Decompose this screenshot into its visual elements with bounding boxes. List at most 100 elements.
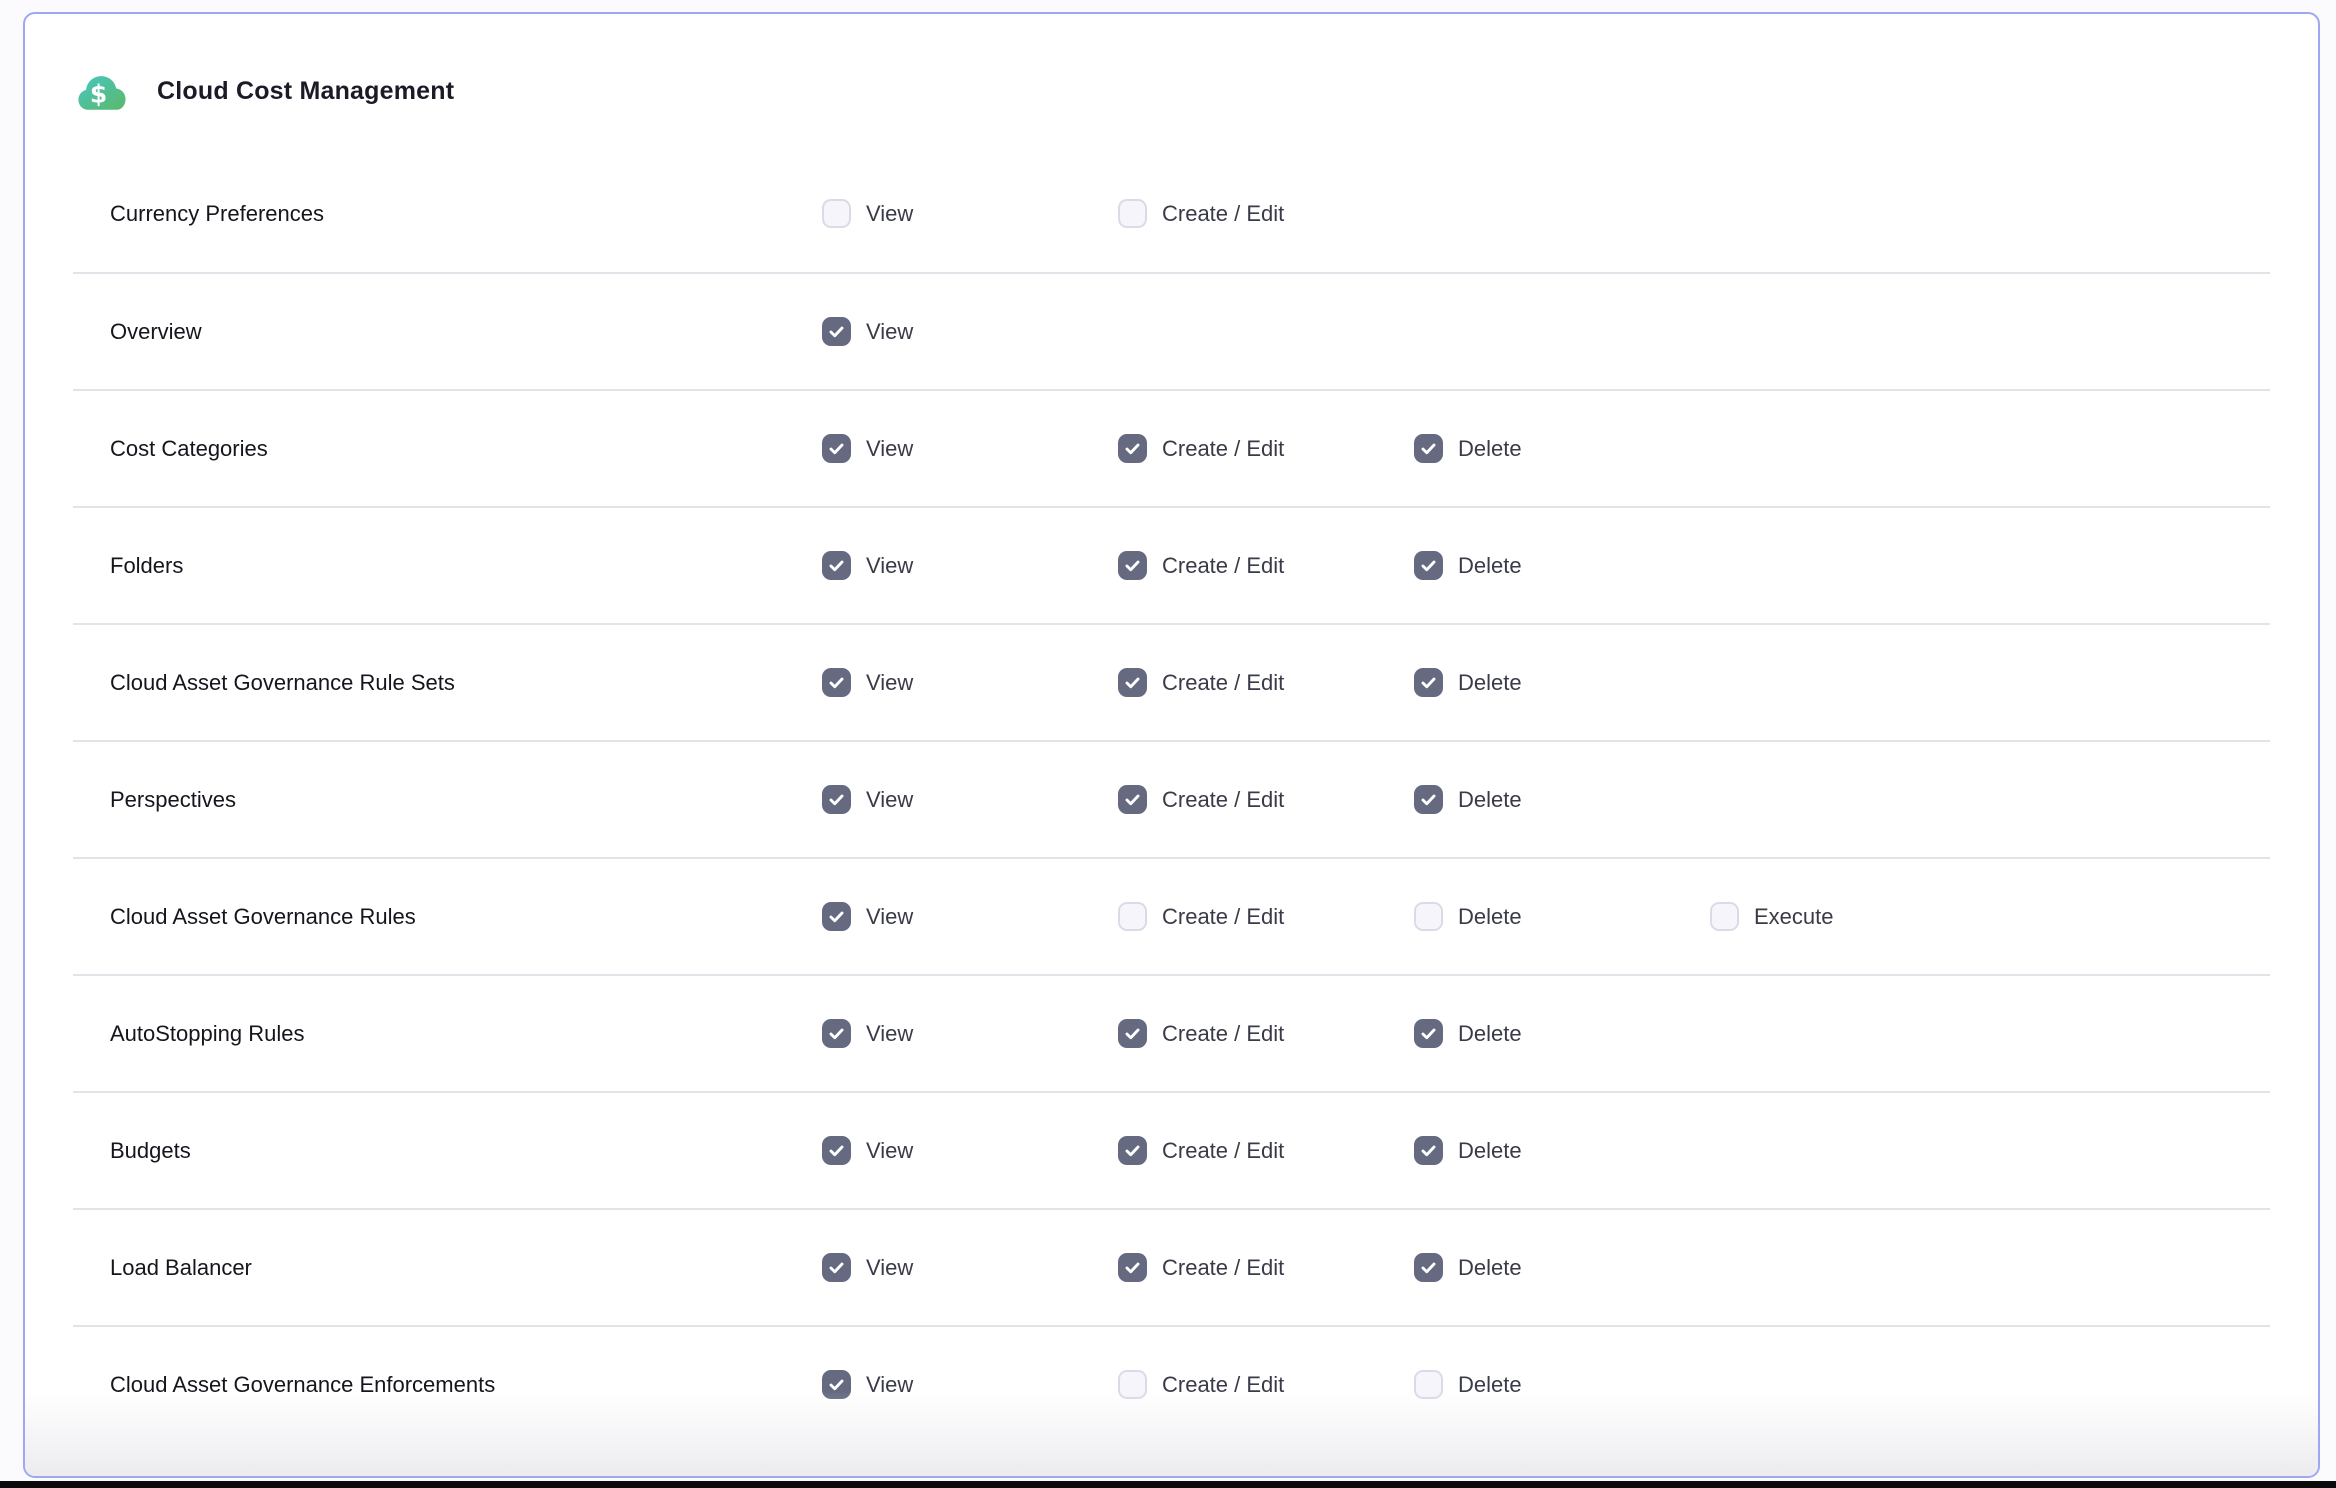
permission-label: Create / Edit: [1162, 1021, 1284, 1047]
permission-label: View: [866, 319, 913, 345]
module-header: $ Cloud Cost Management: [25, 14, 2318, 155]
checkbox-checked[interactable]: [1118, 668, 1147, 697]
checkbox-delete[interactable]: Delete: [1414, 668, 1522, 697]
checkbox-unchecked[interactable]: [1118, 902, 1147, 931]
checkbox-view[interactable]: View: [822, 902, 913, 931]
checkbox-delete[interactable]: Delete: [1414, 551, 1522, 580]
permission-row: Load Balancer View Create / Edit Delete: [73, 1208, 2270, 1325]
permissions-table: Currency Preferences View Create / Edit O…: [73, 155, 2270, 1442]
checkbox-checked[interactable]: [1414, 1136, 1443, 1165]
permission-label: Delete: [1458, 1138, 1522, 1164]
resource-name: Cloud Asset Governance Rules: [110, 904, 822, 930]
checkbox-delete[interactable]: Delete: [1414, 1370, 1522, 1399]
checkbox-checked[interactable]: [1414, 551, 1443, 580]
checkbox-view[interactable]: View: [822, 1253, 913, 1282]
permission-label: View: [866, 1255, 913, 1281]
checkbox-view[interactable]: View: [822, 1136, 913, 1165]
permission-row: Cloud Asset Governance Rules View Create …: [73, 857, 2270, 974]
checkbox-delete[interactable]: Delete: [1414, 1019, 1522, 1048]
resource-name: Cost Categories: [110, 436, 822, 462]
permission-row: Currency Preferences View Create / Edit: [73, 155, 2270, 272]
checkbox-checked[interactable]: [1118, 551, 1147, 580]
checkbox-checked[interactable]: [1118, 785, 1147, 814]
permission-label: Delete: [1458, 436, 1522, 462]
checkbox-unchecked[interactable]: [1414, 902, 1443, 931]
checkbox-create-edit[interactable]: Create / Edit: [1118, 785, 1284, 814]
checkmark-icon: [827, 439, 846, 458]
permission-label: View: [866, 436, 913, 462]
permission-label: View: [866, 201, 913, 227]
checkbox-execute[interactable]: Execute: [1710, 902, 1834, 931]
resource-name: Budgets: [110, 1138, 822, 1164]
checkbox-create-edit[interactable]: Create / Edit: [1118, 668, 1284, 697]
checkbox-checked[interactable]: [1118, 1019, 1147, 1048]
checkbox-view[interactable]: View: [822, 317, 913, 346]
checkbox-checked[interactable]: [822, 785, 851, 814]
permission-label: View: [866, 1021, 913, 1047]
checkbox-checked[interactable]: [1118, 1253, 1147, 1282]
checkbox-delete[interactable]: Delete: [1414, 1253, 1522, 1282]
resource-name: Folders: [110, 553, 822, 579]
checkbox-create-edit[interactable]: Create / Edit: [1118, 1136, 1284, 1165]
checkbox-unchecked[interactable]: [1118, 199, 1147, 228]
checkbox-checked[interactable]: [1414, 785, 1443, 814]
checkmark-icon: [827, 673, 846, 692]
checkbox-create-edit[interactable]: Create / Edit: [1118, 434, 1284, 463]
checkbox-view[interactable]: View: [822, 1019, 913, 1048]
checkbox-create-edit[interactable]: Create / Edit: [1118, 199, 1284, 228]
checkbox-unchecked[interactable]: [1118, 1370, 1147, 1399]
checkbox-delete[interactable]: Delete: [1414, 785, 1522, 814]
checkbox-checked[interactable]: [822, 434, 851, 463]
checkbox-checked[interactable]: [822, 1253, 851, 1282]
checkmark-icon: [827, 1375, 846, 1394]
cloud-dollar-icon: $: [77, 72, 127, 112]
checkbox-create-edit[interactable]: Create / Edit: [1118, 1370, 1284, 1399]
checkbox-create-edit[interactable]: Create / Edit: [1118, 1253, 1284, 1282]
checkbox-delete[interactable]: Delete: [1414, 434, 1522, 463]
resource-name: Load Balancer: [110, 1255, 822, 1281]
checkbox-view[interactable]: View: [822, 434, 913, 463]
checkbox-checked[interactable]: [1118, 434, 1147, 463]
checkmark-icon: [827, 907, 846, 926]
checkmark-icon: [1419, 673, 1438, 692]
permission-label: Create / Edit: [1162, 1255, 1284, 1281]
checkbox-checked[interactable]: [822, 1136, 851, 1165]
checkbox-unchecked[interactable]: [1414, 1370, 1443, 1399]
permission-label: Delete: [1458, 1255, 1522, 1281]
checkbox-checked[interactable]: [1414, 1019, 1443, 1048]
checkbox-checked[interactable]: [1414, 1253, 1443, 1282]
permission-label: Create / Edit: [1162, 1372, 1284, 1398]
permission-label: View: [866, 1138, 913, 1164]
resource-name: Currency Preferences: [110, 201, 822, 227]
permission-label: Delete: [1458, 553, 1522, 579]
checkbox-delete[interactable]: Delete: [1414, 1136, 1522, 1165]
checkbox-checked[interactable]: [822, 902, 851, 931]
permission-label: Create / Edit: [1162, 201, 1284, 227]
checkbox-checked[interactable]: [822, 1370, 851, 1399]
checkbox-view[interactable]: View: [822, 668, 913, 697]
checkbox-delete[interactable]: Delete: [1414, 902, 1522, 931]
checkbox-view[interactable]: View: [822, 1370, 913, 1399]
checkbox-checked[interactable]: [822, 1019, 851, 1048]
resource-name: Overview: [110, 319, 822, 345]
checkbox-checked[interactable]: [1414, 434, 1443, 463]
checkbox-unchecked[interactable]: [822, 199, 851, 228]
checkbox-checked[interactable]: [1118, 1136, 1147, 1165]
checkbox-unchecked[interactable]: [1710, 902, 1739, 931]
checkbox-checked[interactable]: [822, 668, 851, 697]
permission-label: Delete: [1458, 670, 1522, 696]
checkbox-checked[interactable]: [822, 317, 851, 346]
checkbox-view[interactable]: View: [822, 199, 913, 228]
checkmark-icon: [1419, 1141, 1438, 1160]
checkmark-icon: [1123, 673, 1142, 692]
checkmark-icon: [1419, 1258, 1438, 1277]
checkmark-icon: [1419, 790, 1438, 809]
checkbox-create-edit[interactable]: Create / Edit: [1118, 1019, 1284, 1048]
checkbox-view[interactable]: View: [822, 785, 913, 814]
checkbox-checked[interactable]: [822, 551, 851, 580]
permission-row: Cloud Asset Governance Rule Sets ViewCre…: [73, 623, 2270, 740]
checkbox-view[interactable]: View: [822, 551, 913, 580]
checkbox-create-edit[interactable]: Create / Edit: [1118, 902, 1284, 931]
checkbox-checked[interactable]: [1414, 668, 1443, 697]
checkbox-create-edit[interactable]: Create / Edit: [1118, 551, 1284, 580]
